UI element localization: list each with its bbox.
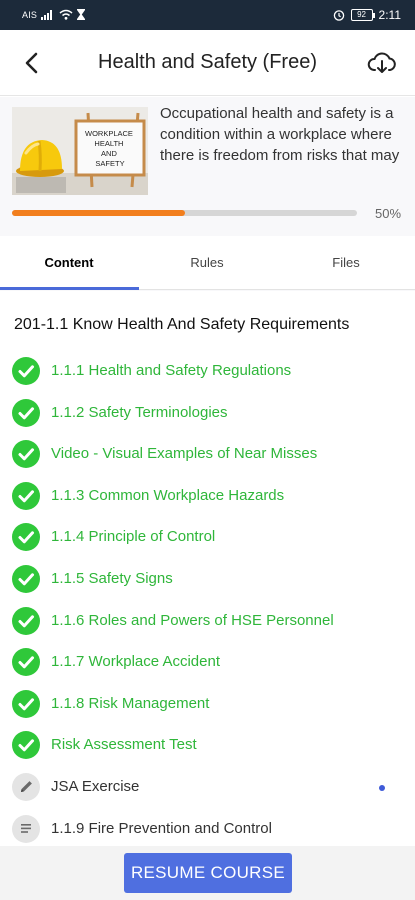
lesson-label: 1.1.2 Safety Terminologies — [51, 403, 228, 421]
check-circle-icon — [12, 648, 40, 677]
check-circle-icon — [12, 481, 40, 510]
lesson-label: 1.1.1 Health and Safety Regulations — [51, 362, 292, 379]
check-circle-icon — [12, 523, 40, 552]
lesson-label: 1.1.6 Roles and Powers of HSE Personnel — [51, 611, 334, 629]
lesson-item[interactable]: 1.1.3 Common Workplace Hazards — [0, 475, 415, 517]
lesson-item[interactable]: 1.1.2 Safety Terminologies — [0, 392, 415, 434]
progress-fill — [12, 210, 185, 216]
lesson-item[interactable]: JSA Exercise — [0, 766, 415, 808]
battery-icon: 92 — [350, 9, 375, 21]
app-bar: Health and Safety (Free) — [0, 30, 415, 96]
check-circle-icon — [12, 440, 40, 469]
lesson-label: 1.1.3 Common Workplace Hazards — [51, 486, 285, 504]
lesson-item[interactable]: 1.1.1 Health and Safety Regulations — [0, 350, 415, 392]
lesson-label: JSA Exercise — [51, 777, 140, 795]
lesson-label: 1.1.7 Workplace Accident — [51, 653, 220, 671]
lesson-label: 1.1.8 Risk Management — [51, 694, 210, 712]
wifi-icon — [59, 9, 73, 20]
lesson-item[interactable]: 1.1.4 Principle of Control — [0, 516, 415, 558]
course-thumbnail: WORKPLACE HEALTH AND SAFETY — [12, 107, 148, 195]
document-icon — [12, 814, 40, 843]
check-circle-icon — [12, 564, 40, 593]
lesson-label: 1.1.5 Safety Signs — [51, 569, 173, 587]
check-circle-icon — [12, 606, 40, 635]
tab-files[interactable]: Files — [277, 236, 415, 290]
download-button[interactable] — [367, 48, 397, 78]
resume-course-button[interactable]: RESUME COURSE — [124, 853, 292, 893]
tab-rules[interactable]: Rules — [138, 236, 276, 290]
check-circle-icon — [12, 689, 40, 718]
lesson-item[interactable]: 1.1.5 Safety Signs — [0, 558, 415, 600]
check-circle-icon — [12, 357, 40, 385]
tab-indicator — [0, 287, 139, 290]
lesson-item[interactable]: Video - Visual Examples of Near Misses — [0, 433, 415, 475]
lesson-item[interactable]: 1.1.9 Fire Prevention and Control — [0, 808, 415, 850]
tab-bar: Content Rules Files — [0, 236, 415, 290]
carrier-label: AIS — [22, 9, 38, 20]
lesson-item[interactable]: 1.1.6 Roles and Powers of HSE Personnel — [0, 600, 415, 642]
clock-time: 2:11 — [378, 8, 401, 22]
status-bar: AIS 92 2:11 — [0, 0, 415, 30]
lesson-label: Risk Assessment Test — [51, 736, 197, 754]
bottom-bar: RESUME COURSE — [0, 846, 415, 900]
lesson-item[interactable]: 1.1.8 Risk Management — [0, 683, 415, 725]
lesson-list: 1.1.1 Health and Safety Regulations 1.1.2… — [0, 350, 415, 849]
signal-icon — [41, 10, 53, 20]
tab-content[interactable]: Content — [0, 236, 138, 290]
lesson-item[interactable]: Risk Assessment Test — [0, 724, 415, 766]
check-circle-icon — [12, 398, 40, 427]
lesson-label: 1.1.4 Principle of Control — [51, 528, 216, 546]
alarm-icon — [333, 10, 344, 21]
lesson-item[interactable]: 1.1.7 Workplace Accident — [0, 641, 415, 683]
check-circle-icon — [12, 731, 40, 760]
lesson-label: 1.1.9 Fire Prevention and Control — [51, 819, 272, 837]
hourglass-icon — [77, 9, 86, 20]
pencil-icon — [12, 772, 40, 801]
progress-label: 50% — [375, 206, 402, 221]
section-title: 201-1.1 Know Health And Safety Requireme… — [14, 316, 350, 333]
new-indicator-dot — [379, 784, 385, 791]
description-fade — [160, 167, 400, 195]
cloud-download-icon — [367, 52, 396, 73]
lesson-label: Video - Visual Examples of Near Misses — [51, 445, 318, 463]
page-title: Health and Safety (Free) — [98, 51, 317, 73]
